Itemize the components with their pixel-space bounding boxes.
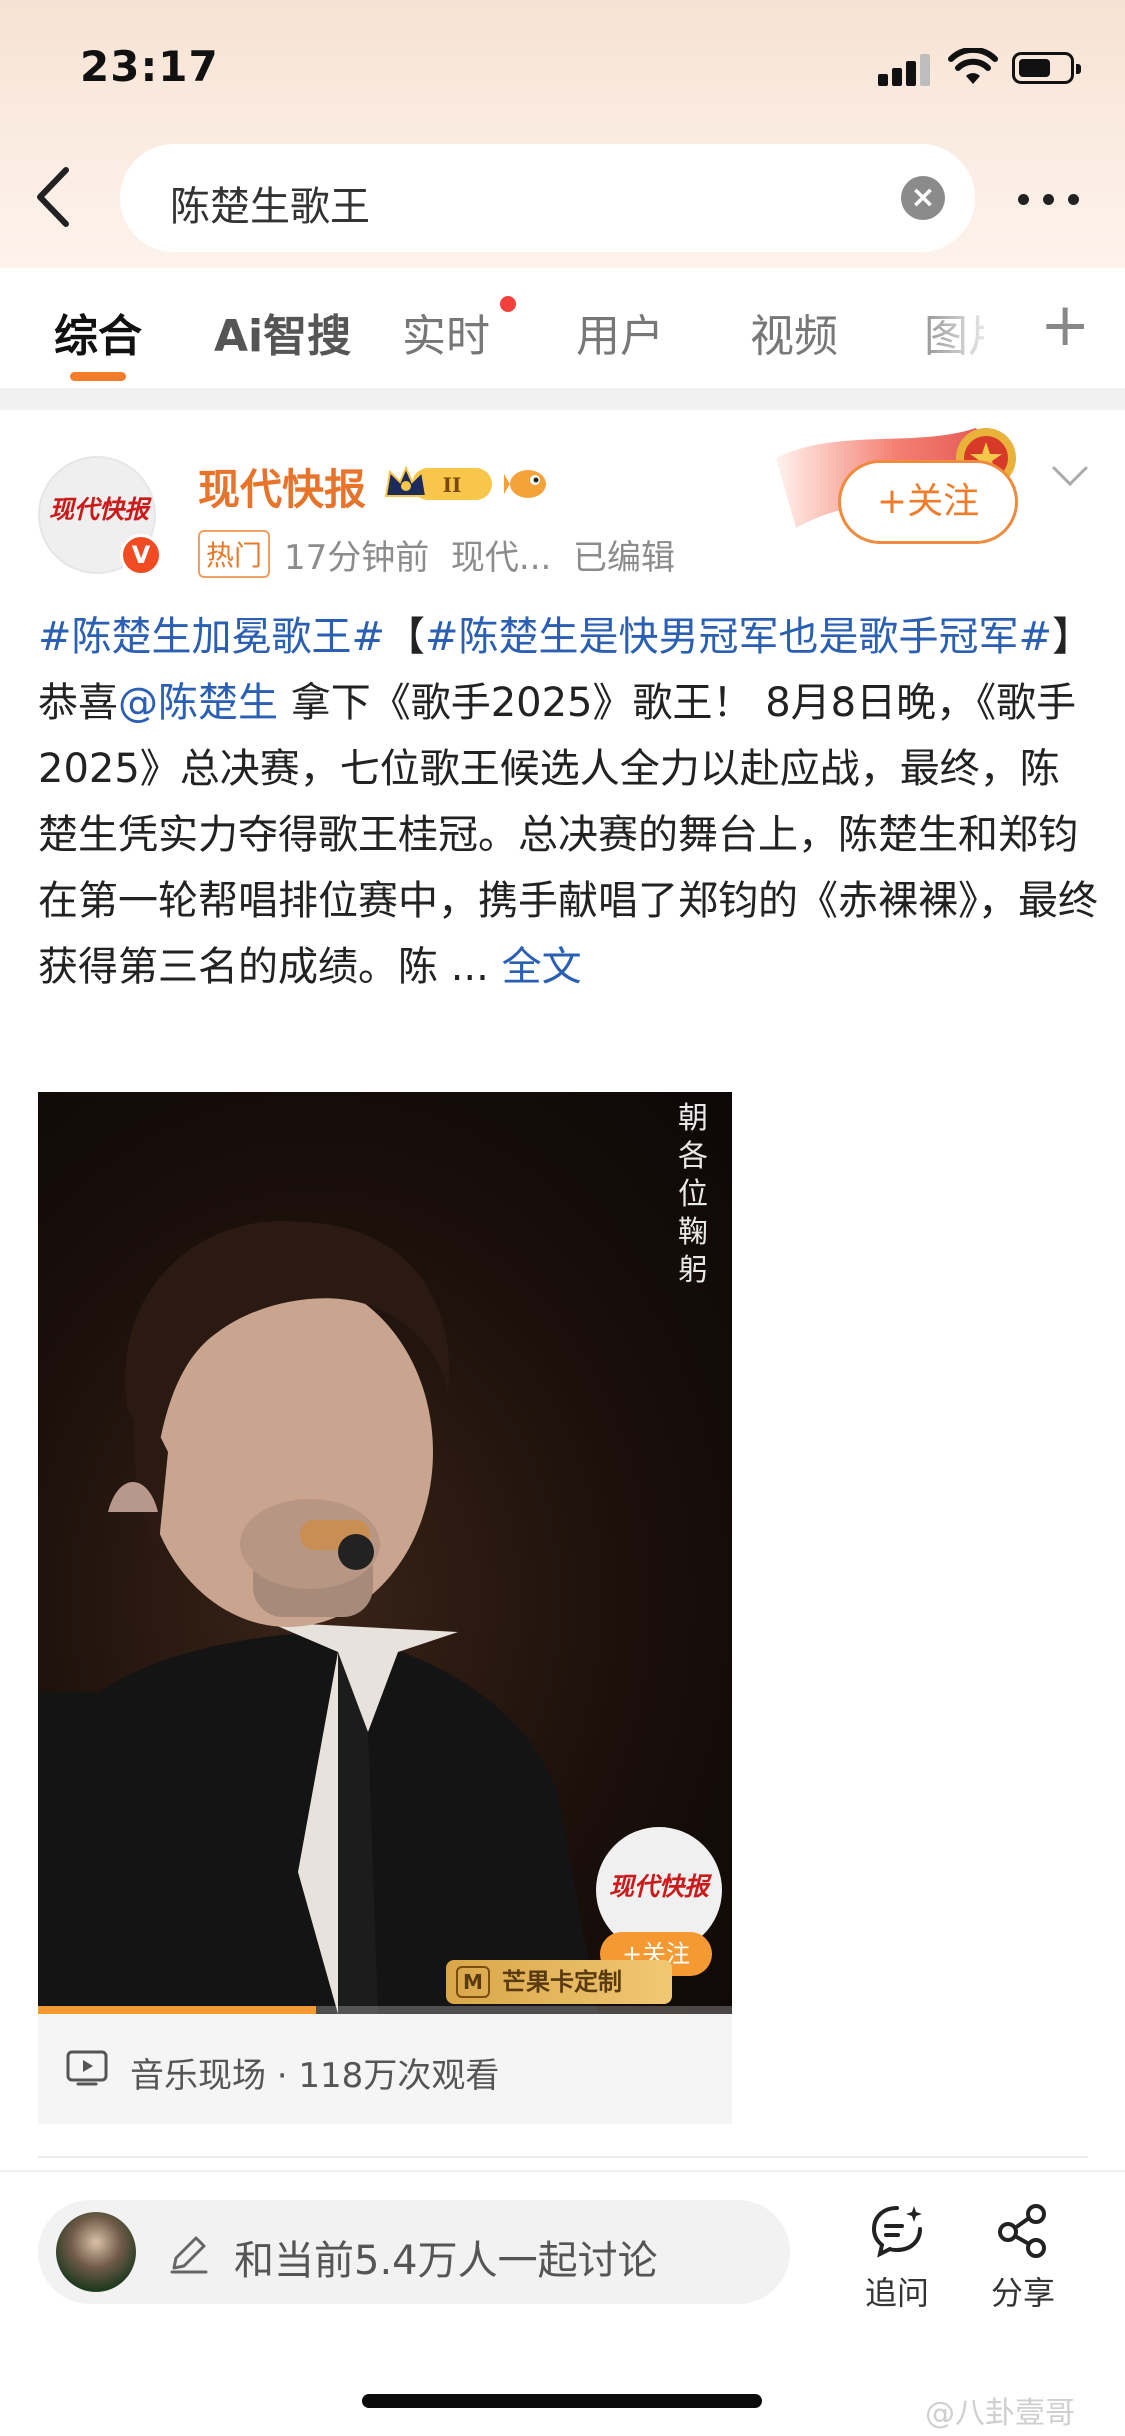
svg-text:II: II <box>443 473 462 497</box>
tab-fade <box>900 268 1020 388</box>
active-tab-indicator <box>70 372 126 381</box>
follow-button[interactable]: +关注 <box>838 460 1018 544</box>
search-input[interactable]: 陈楚生歌王 × <box>120 144 975 252</box>
share-button[interactable]: 分享 <box>968 2202 1078 2314</box>
hashtag-link[interactable]: #陈楚生加冕歌王# <box>38 614 385 660</box>
post-divider <box>38 2156 1088 2158</box>
corner-watermark: @八卦壹哥 <box>925 2396 1075 2431</box>
home-indicator <box>362 2394 762 2408</box>
video-tv-icon <box>66 2050 108 2086</box>
user-avatar <box>56 2212 136 2292</box>
hot-badge: 热门 <box>198 530 271 578</box>
wifi-icon <box>948 48 998 84</box>
post-source: 现代... <box>450 538 552 578</box>
video-info-bar: 音乐现场 · 118万次观看 <box>38 2014 732 2124</box>
share-icon <box>998 2204 1046 2258</box>
comment-input[interactable]: 和当前5.4万人一起讨论 <box>38 2200 790 2304</box>
post-body: #陈楚生加冕歌王#【#陈楚生是快男冠军也是歌手冠军#】恭喜@陈楚生 拿下《歌手2… <box>38 604 1098 1000</box>
search-query: 陈楚生歌王 <box>170 184 370 230</box>
crown-level-icon: II <box>384 465 492 500</box>
realtime-notification-dot <box>500 296 516 312</box>
mango-label: 芒果卡定制 <box>502 1968 622 1996</box>
follow-up-button[interactable]: 追问 <box>842 2202 952 2314</box>
pen-icon <box>170 2236 208 2274</box>
mango-icon: M <box>456 1966 490 1998</box>
more-options-icon[interactable] <box>1014 180 1084 220</box>
chevron-down-icon[interactable] <box>1050 462 1090 492</box>
post-time: 17分钟前 <box>284 538 430 578</box>
mango-card-badge: M 芒果卡定制 <box>446 1960 672 2004</box>
mention-link[interactable]: @陈楚生 <box>118 680 278 726</box>
section-separator <box>0 388 1125 410</box>
tab-realtime[interactable]: 实时 <box>402 300 490 364</box>
verified-icon: V <box>120 534 162 576</box>
tab-bar: 综合 Ai智搜 实时 用户 视频 图片 + <box>0 268 1125 388</box>
fish-icon <box>504 470 546 498</box>
tab-users[interactable]: 用户 <box>576 300 664 364</box>
chat-question-icon <box>871 2206 922 2258</box>
video-progress-bar[interactable] <box>38 2006 732 2014</box>
video-info-text: 音乐现场 · 118万次观看 <box>130 2056 500 2096</box>
avatar-logo-text: 现代快报 <box>48 495 149 524</box>
bracket-open: 【 <box>385 614 426 660</box>
tab-comprehensive[interactable]: 综合 <box>54 300 142 364</box>
add-tab-icon[interactable]: + <box>1040 290 1090 360</box>
signal-icon <box>878 52 934 86</box>
video-overlay-caption: 朝各位鞠躬 <box>678 1101 708 1288</box>
status-bar: 23:17 <box>0 0 1125 140</box>
full-text-link[interactable]: 全文 <box>502 944 582 990</box>
video-player[interactable]: 朝各位鞠躬 现代快报 +关注 M 芒果卡定制 <box>38 1092 732 2014</box>
clear-search-icon[interactable]: × <box>901 176 945 220</box>
tab-ai-search[interactable]: Ai智搜 <box>214 300 351 364</box>
comment-placeholder: 和当前5.4万人一起讨论 <box>234 2238 658 2284</box>
follow-up-label: 追问 <box>864 2274 929 2312</box>
share-label: 分享 <box>990 2274 1055 2312</box>
edited-label: 已编辑 <box>572 538 675 578</box>
author-name[interactable]: 现代快报 <box>198 456 366 517</box>
watermark-logo-text: 现代快报 <box>608 1872 709 1901</box>
battery-icon <box>1012 52 1081 84</box>
hashtag-link[interactable]: #陈楚生是快男冠军也是歌手冠军# <box>425 614 1052 660</box>
status-time: 23:17 <box>80 42 219 91</box>
post-meta: 热门 17分钟前 现代... 已编辑 <box>198 530 675 579</box>
tab-videos[interactable]: 视频 <box>750 300 838 364</box>
back-arrow-icon[interactable] <box>32 162 76 232</box>
